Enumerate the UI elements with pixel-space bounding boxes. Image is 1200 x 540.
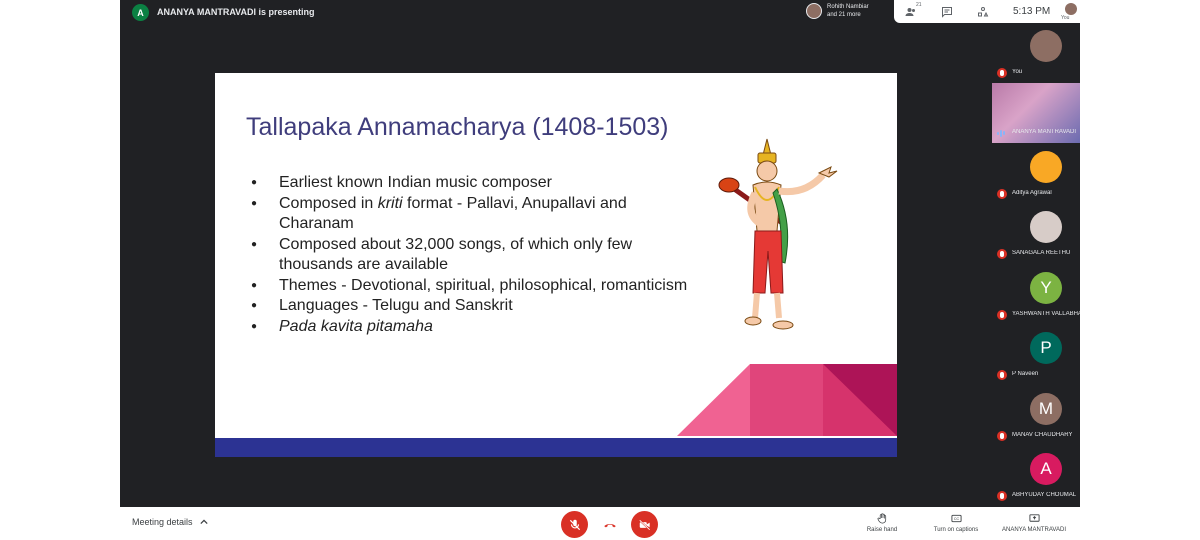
participant-tile[interactable]: ANANYA MANTRAVADI xyxy=(992,83,1080,143)
svg-text:CC: CC xyxy=(953,517,959,521)
closed-captions-icon: CC xyxy=(950,514,962,523)
list-item: Pada kavita pitamaha xyxy=(251,317,701,338)
captions-label: Turn on captions xyxy=(933,527,979,533)
leave-call-button[interactable] xyxy=(596,511,623,538)
self-label: You xyxy=(1061,15,1070,21)
bullet-text: Composed in xyxy=(279,194,378,212)
speaking-icon xyxy=(997,129,1007,137)
mic-toggle-button[interactable] xyxy=(561,511,588,538)
mic-off-icon xyxy=(569,519,580,530)
participant-tile[interactable]: Aditya Agrawal xyxy=(992,144,1080,204)
participant-name: ABHYUDAY CHOUMAL xyxy=(1012,492,1077,498)
activities-icon[interactable] xyxy=(976,5,990,19)
present-screen-icon xyxy=(1028,514,1040,522)
presenting-label: ANANYA MANTRAVADI xyxy=(1001,527,1066,533)
avatar xyxy=(1030,151,1062,183)
meeting-details-button[interactable]: Meeting details xyxy=(132,517,193,527)
participant-tile[interactable]: You xyxy=(992,23,1080,83)
participant-tile[interactable]: Y YASHWANTH VALLABHANENI xyxy=(992,265,1080,325)
participant-tile[interactable]: SANAGALA REETHU xyxy=(992,204,1080,264)
participant-name: SANAGALA REETHU xyxy=(1012,250,1071,256)
presenter-avatar: A xyxy=(132,4,149,21)
participant-name: Aditya Agrawal xyxy=(1012,190,1052,196)
slide-footer-bar xyxy=(215,438,897,457)
captions-button[interactable]: CC Turn on captions xyxy=(928,513,984,533)
avatar: P xyxy=(1030,332,1062,364)
list-item: Earliest known Indian music composer xyxy=(251,173,701,194)
videocam-off-icon xyxy=(638,519,650,530)
chat-icon[interactable] xyxy=(940,5,954,19)
annamacharya-illustration xyxy=(718,138,838,330)
mic-off-icon xyxy=(997,68,1007,78)
participants-summary[interactable]: Rohith Nambiar and 21 more xyxy=(806,3,869,19)
clock: 5:13 PM xyxy=(1013,6,1051,17)
participants-summary-line1: Rohith Nambiar xyxy=(827,4,869,10)
avatar xyxy=(1030,211,1062,243)
mic-off-icon xyxy=(997,310,1007,320)
presenting-button[interactable]: ANANYA MANTRAVADI xyxy=(996,513,1072,533)
participant-name: P Naveen xyxy=(1012,371,1039,377)
call-end-icon xyxy=(603,523,616,527)
presentation-slide: Tallapaka Annamacharya (1408-1503) Earli… xyxy=(215,73,897,457)
mic-off-icon xyxy=(997,249,1007,259)
list-item: Composed in kriti format - Pallavi, Anup… xyxy=(251,194,701,235)
slide-bullet-list: Earliest known Indian music composer Com… xyxy=(251,173,701,337)
participants-summary-line2: and 21 more xyxy=(827,12,861,18)
list-item: Languages - Telugu and Sanskrit xyxy=(251,296,701,317)
mic-off-icon xyxy=(997,431,1007,441)
avatar xyxy=(806,3,822,19)
raise-hand-button[interactable]: Raise hand xyxy=(862,513,902,533)
participant-name: YASHWANTH VALLABHANENI xyxy=(1012,311,1080,317)
participant-strip: You ANANYA MANTRAVADI Aditya Agrawal SAN… xyxy=(992,23,1080,508)
avatar: Y xyxy=(1030,272,1062,304)
self-avatar xyxy=(1065,3,1077,15)
people-count: 21 xyxy=(916,2,922,8)
mic-off-icon xyxy=(997,491,1007,501)
mic-off-icon xyxy=(997,189,1007,199)
presenting-banner: ANANYA MANTRAVADI is presenting xyxy=(157,7,315,17)
avatar: A xyxy=(1030,453,1062,485)
participant-name: You xyxy=(1012,69,1023,75)
avatar: M xyxy=(1030,393,1062,425)
participant-name: MANAV CHAUDHARY xyxy=(1012,432,1073,438)
mic-off-icon xyxy=(997,370,1007,380)
top-bar: A ANANYA MANTRAVADI is presenting Rohith… xyxy=(120,0,1080,24)
camera-toggle-button[interactable] xyxy=(631,511,658,538)
slide-title: Tallapaka Annamacharya (1408-1503) xyxy=(246,113,669,141)
avatar xyxy=(1030,30,1062,62)
hand-icon xyxy=(877,513,886,524)
bullet-emphasis: kriti xyxy=(377,194,403,212)
participant-tile[interactable]: P P Naveen xyxy=(992,325,1080,385)
list-item: Composed about 32,000 songs, of which on… xyxy=(251,235,701,276)
raise-hand-label: Raise hand xyxy=(866,527,898,533)
participant-tile[interactable]: M MANAV CHAUDHARY xyxy=(992,386,1080,446)
participant-name: ANANYA MANTRAVADI xyxy=(1012,129,1077,135)
list-item: Themes - Devotional, spiritual, philosop… xyxy=(251,276,701,297)
bottom-bar: Meeting details Raise hand CC Turn on ca… xyxy=(120,507,1080,540)
chevron-up-icon[interactable] xyxy=(200,518,208,526)
participants-summary-text: Rohith Nambiar and 21 more xyxy=(827,3,869,19)
meet-window: A ANANYA MANTRAVADI is presenting Rohith… xyxy=(120,0,1080,540)
decorative-triangles xyxy=(677,364,897,436)
participant-tile[interactable]: A ABHYUDAY CHOUMAL xyxy=(992,446,1080,506)
screen: A ANANYA MANTRAVADI is presenting Rohith… xyxy=(0,0,1200,540)
top-right-panel: 21 5:13 PM You xyxy=(894,0,1080,23)
